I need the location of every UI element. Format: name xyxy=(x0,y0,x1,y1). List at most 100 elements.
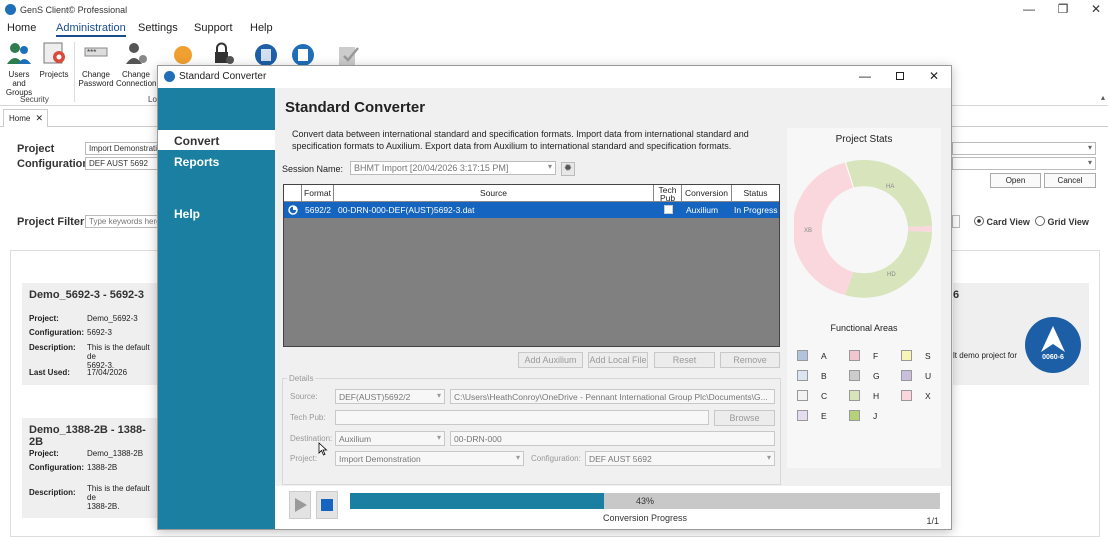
source-format-select[interactable]: DEF(AUST)5692/2 xyxy=(335,389,445,404)
session-settings-gear-icon[interactable]: ✹ xyxy=(561,162,575,176)
lock-settings-icon[interactable] xyxy=(210,41,236,67)
grid-header-status[interactable]: Status xyxy=(732,185,779,202)
details-project-label: Project: xyxy=(290,454,318,463)
cancel-button[interactable]: Cancel xyxy=(1044,173,1096,188)
configuration-select-right[interactable] xyxy=(952,157,1096,170)
close-button[interactable]: ✕ xyxy=(1086,2,1106,16)
progress-count: 1/1 xyxy=(926,516,939,526)
nav-convert[interactable]: Convert xyxy=(158,130,275,150)
ribbon-separator xyxy=(74,42,75,102)
grid-header-source[interactable]: Source xyxy=(334,185,654,202)
destination-name-field[interactable]: 00-DRN-000 xyxy=(450,431,775,446)
donut-segment-ha xyxy=(845,160,932,227)
row-format: 5692/2 xyxy=(305,205,331,215)
stop-button[interactable] xyxy=(316,491,338,519)
dialog-close-button[interactable]: ✕ xyxy=(924,69,944,83)
destination-select[interactable]: Auxilium xyxy=(335,431,445,446)
legend-label: H xyxy=(873,391,880,401)
projects-button[interactable]: Projects xyxy=(39,40,69,79)
donut-label-hd: HD xyxy=(887,272,896,278)
legend-label: B xyxy=(821,371,827,381)
add-local-file-button[interactable]: Add Local File xyxy=(588,352,648,368)
configuration-select[interactable]: DEF AUST 5692 xyxy=(85,157,165,170)
card-view-radio[interactable]: Card View xyxy=(974,216,1030,227)
nav-help[interactable]: Help xyxy=(158,203,275,223)
radio-empty-icon xyxy=(1035,216,1045,226)
legend-swatch xyxy=(901,370,912,381)
table-row[interactable]: 5692/2 00-DRN-000-DEF(AUST)5692-3.dat Au… xyxy=(284,202,779,218)
techpub-label: Tech Pub: xyxy=(290,413,326,422)
dialog-minimize-button[interactable]: — xyxy=(855,69,875,83)
functional-areas-title: Functional Areas xyxy=(830,323,898,333)
grid-header-conversion[interactable]: Conversion xyxy=(682,185,732,202)
grid-header-format[interactable]: Format xyxy=(302,185,334,202)
project-select[interactable]: Import Demonstration xyxy=(85,142,165,155)
progress-percent: 43% xyxy=(635,496,654,506)
open-button[interactable]: Open xyxy=(990,173,1041,188)
menu-support[interactable]: Support xyxy=(194,22,233,34)
techpub-field[interactable] xyxy=(335,410,709,425)
row-status: In Progress xyxy=(734,205,778,215)
tab-home[interactable]: Home ✕ xyxy=(3,109,48,127)
conversion-bottom-bar: 43% Conversion Progress 1/1 xyxy=(275,486,951,529)
users-groups-button[interactable]: Users and Groups xyxy=(2,40,36,97)
project-select-right[interactable] xyxy=(952,142,1096,155)
details-configuration-select[interactable]: DEF AUST 5692 xyxy=(585,451,775,466)
reset-button[interactable]: Reset xyxy=(654,352,715,368)
source-path-field[interactable]: C:\Users\HeathConroy\OneDrive - Pennant … xyxy=(450,389,775,404)
maximize-icon xyxy=(896,72,904,80)
dialog-titlebar: Standard Converter — ✕ xyxy=(158,66,951,88)
details-group: Details Source: DEF(AUST)5692/2 C:\Users… xyxy=(282,374,781,485)
conversion-grid: Format Source Tech Pub Conversion Status… xyxy=(283,184,780,347)
ribbon-collapse-icon[interactable]: ▴ xyxy=(1101,93,1108,107)
project-stats-panel: Project Stats HA XB HD Functional Areas … xyxy=(787,128,941,468)
donut-label-xb: XB xyxy=(804,228,812,234)
legend-swatch xyxy=(901,350,912,361)
project-label: Project xyxy=(17,143,55,155)
change-password-button[interactable]: *** Change Password xyxy=(78,40,114,88)
project-card[interactable]: 6 lt demo project for 0060-6 xyxy=(953,283,1089,385)
details-configuration-label: Configuration: xyxy=(531,454,581,463)
grid-header-techpub[interactable]: Tech Pub xyxy=(654,185,682,202)
tab-close-icon[interactable]: ✕ xyxy=(35,113,43,124)
ribbon-group-security: Security xyxy=(20,95,49,104)
project-stats-title: Project Stats xyxy=(835,134,893,145)
donut-segment-xb xyxy=(794,162,854,295)
minimize-button[interactable]: — xyxy=(1019,2,1039,16)
in-progress-spinner-icon xyxy=(288,205,298,215)
nav-reports[interactable]: Reports xyxy=(158,151,275,171)
row-techpub-checkbox[interactable] xyxy=(664,205,673,214)
menu-administration[interactable]: Administration xyxy=(56,22,126,37)
add-auxilium-button[interactable]: Add Auxilium xyxy=(518,352,583,368)
project-card[interactable]: Demo_5692-3 - 5692-3 Project: Demo_5692-3… xyxy=(22,283,158,385)
filter-input-right[interactable] xyxy=(952,215,960,228)
maximize-button[interactable]: ❐ xyxy=(1053,2,1073,16)
radio-selected-icon xyxy=(974,216,984,226)
legend-swatch xyxy=(797,350,808,361)
remove-button[interactable]: Remove xyxy=(720,352,780,368)
browse-button[interactable]: Browse xyxy=(714,410,775,426)
donut-segment-x xyxy=(908,226,933,232)
project-card[interactable]: Demo_1388-2B - 1388-2B Project: Demo_1388… xyxy=(22,418,158,518)
play-button[interactable] xyxy=(289,491,311,519)
details-project-select[interactable]: Import Demonstration xyxy=(335,451,524,466)
menu-home[interactable]: Home xyxy=(7,22,36,34)
standard-converter-dialog: Standard Converter — ✕ Convert Reports H… xyxy=(157,65,952,530)
legend-label: F xyxy=(873,351,879,361)
conversion-progress-bar: 43% xyxy=(350,493,940,509)
grid-header: Format Source Tech Pub Conversion Status xyxy=(284,185,779,202)
session-name-select[interactable]: BHMT Import [20/04/2026 3:17:15 PM] xyxy=(350,161,556,175)
legend-swatch xyxy=(849,370,860,381)
menu-settings[interactable]: Settings xyxy=(138,22,178,34)
menu-bar: Home Administration Settings Support Hel… xyxy=(0,20,1108,38)
legend-label: E xyxy=(821,411,827,421)
change-connection-button[interactable]: Change Connection xyxy=(116,40,156,88)
dialog-maximize-button[interactable] xyxy=(890,69,910,83)
donut-label-ha: HA xyxy=(886,184,894,190)
grid-view-radio[interactable]: Grid View xyxy=(1035,216,1089,227)
project-filter-input[interactable]: Type keywords here xyxy=(85,215,165,228)
legend-label: X xyxy=(925,391,931,401)
app-logo-icon xyxy=(5,4,16,15)
menu-help[interactable]: Help xyxy=(250,22,273,34)
progress-label: Conversion Progress xyxy=(602,513,688,523)
